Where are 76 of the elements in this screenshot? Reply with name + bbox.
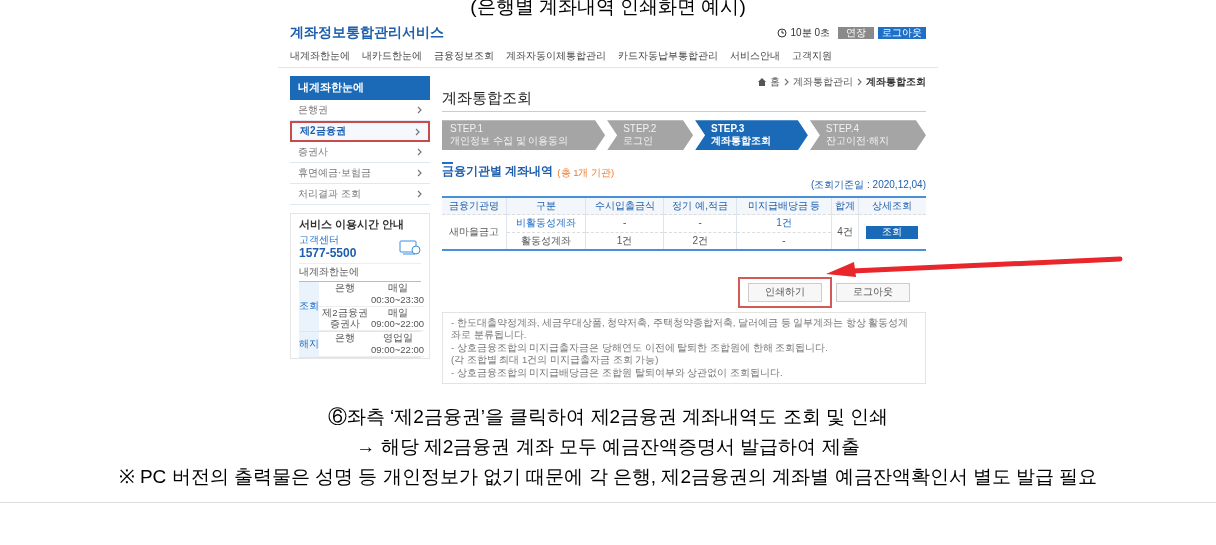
support-phone: 1577-5500 bbox=[299, 246, 357, 262]
chevron-icon bbox=[857, 78, 862, 87]
table-cell: 영업일 09:00~22:00 bbox=[371, 332, 425, 356]
sidebar-header: 내계좌한눈에 bbox=[290, 76, 430, 100]
detail-button[interactable]: 조회 bbox=[866, 226, 919, 239]
logout-button[interactable]: 로그아웃 bbox=[836, 283, 910, 302]
section-note: (총 1개 기관) bbox=[557, 167, 615, 180]
table-cell: 4건 bbox=[831, 214, 859, 251]
caption: ⑥좌측 ‘제2금융권’을 클릭하여 제2금융권 계좌내역도 조회 및 인쇄 bbox=[327, 405, 889, 429]
nav-item[interactable]: 카드자동납부통합관리 bbox=[618, 50, 718, 63]
table-link[interactable]: 비활동성계좌 bbox=[506, 214, 586, 233]
column-header: 미지급배당금 등 bbox=[736, 196, 832, 215]
table-cell-text: 은행 bbox=[334, 281, 356, 294]
table-cell-text: 제2금융권 bbox=[321, 306, 369, 319]
computer-icon bbox=[399, 239, 421, 256]
column-header: 수시입출금식 bbox=[585, 196, 664, 215]
sidebar-item[interactable]: 처리결과 조회 bbox=[290, 184, 430, 205]
site-logo[interactable]: 계좌정보통합관리서비스 bbox=[290, 24, 444, 42]
table-cell: 매일 00:30~23:30 bbox=[371, 281, 425, 306]
clock-icon bbox=[776, 28, 787, 38]
panel-subtitle: 내계좌한눈에 bbox=[299, 263, 421, 279]
chevron-icon bbox=[417, 106, 422, 114]
caption: → 해당 제2금융권 계좌 모두 예금잔액증명서 발급하여 제출 bbox=[356, 435, 860, 459]
table-cell: - bbox=[585, 214, 664, 233]
sidebar-item[interactable]: 제2금융권 bbox=[290, 121, 430, 142]
session-timer: 10분 0초 bbox=[790, 26, 830, 40]
table-cell: 활동성계좌 bbox=[506, 232, 586, 251]
step-item: STEP.2 로그인 bbox=[607, 120, 694, 151]
note-text: - 상호금융조합의 미지급배당금은 조합원 탈퇴여부와 상관없이 조회됩니다. bbox=[451, 367, 784, 380]
support-label: 고객센터 bbox=[299, 233, 340, 247]
home-icon bbox=[758, 78, 766, 87]
group-label: 조회 bbox=[299, 281, 319, 332]
chevron-icon bbox=[784, 78, 789, 87]
nav-item[interactable]: 내계좌한눈에 bbox=[290, 50, 350, 63]
column-header: 정기 예,적금 bbox=[663, 196, 737, 215]
group-label: 해지 bbox=[299, 332, 319, 357]
section-title: 금융기관별 계좌내역 bbox=[442, 162, 554, 180]
reference-date: (조회기준일 : 2020,12,04) bbox=[810, 179, 926, 192]
column-header: 금융기관명 bbox=[442, 196, 507, 215]
nav-item[interactable]: 계좌자동이체통합관리 bbox=[506, 50, 606, 63]
table-cell: 1건 bbox=[585, 232, 664, 251]
sidebar-item[interactable]: 증권사 bbox=[290, 142, 430, 163]
nav-item[interactable]: 내카드한눈에 bbox=[362, 50, 422, 63]
table-link[interactable]: 1건 bbox=[736, 214, 832, 233]
sidebar-item[interactable]: 휴면예금·보험금 bbox=[290, 163, 430, 184]
panel-title: 서비스 이용시간 안내 bbox=[299, 218, 406, 232]
chevron-icon bbox=[417, 148, 422, 156]
table-cell: - bbox=[663, 214, 737, 233]
step-item: STEP.3 계좌통합조회 bbox=[695, 120, 808, 151]
table-cell: 2건 bbox=[663, 232, 737, 251]
note-text: (각 조합별 최대 1건의 미지급출자금 조회 가능) bbox=[451, 354, 660, 367]
chevron-icon bbox=[415, 127, 420, 136]
caption: ※ PC 버전의 출력물은 성명 등 개인정보가 없기 때문에 각 은행, 제2금융권의 계좌별 예금잔액확인서 별도 발급 필요 bbox=[118, 465, 1098, 489]
table-cell: 매일 09:00~22:00 bbox=[371, 306, 425, 331]
breadcrumb-item[interactable]: 계좌통합관리 bbox=[793, 76, 853, 89]
step-item: STEP.1 개인정보 수집 및 이용동의 bbox=[442, 120, 606, 151]
note-text: - 한도대출약정계좌, 세금우대상품, 청약저축, 주택청약종합저축, 달러예금 등 일부계좌는 항상 활동성계좌로 분류됩니다. bbox=[451, 316, 910, 341]
print-button[interactable]: 인쇄하기 bbox=[748, 283, 822, 302]
table-cell-text: 증권사 bbox=[329, 318, 361, 331]
column-header: 구분 bbox=[506, 196, 586, 215]
column-header: 상세조회 bbox=[858, 196, 926, 215]
step-item: STEP.4 잔고이전·해지 bbox=[809, 120, 926, 151]
table-cell-text: 은행 bbox=[334, 332, 356, 345]
note-text: - 상호금융조합의 미지급출자금은 당해연도 이전에 탈퇴한 조합원에 한해 조회됩니다. bbox=[451, 341, 829, 354]
chevron-icon bbox=[417, 190, 422, 198]
table-cell: - bbox=[736, 232, 832, 251]
breadcrumb-item[interactable]: 홈 bbox=[770, 76, 780, 89]
nav-item[interactable]: 서비스안내 bbox=[730, 50, 780, 63]
nav-item[interactable]: 금융정보조회 bbox=[434, 50, 494, 63]
logout-button[interactable]: 로그아웃 bbox=[878, 26, 926, 40]
breadcrumb-item[interactable]: 계좌통합조회 bbox=[866, 76, 926, 89]
table-cell: 새마을금고 bbox=[442, 214, 507, 251]
column-header: 합계 bbox=[831, 196, 859, 215]
chevron-icon bbox=[417, 169, 422, 177]
page-title: 계좌통합조회 bbox=[442, 88, 926, 113]
nav-item[interactable]: 고객지원 bbox=[792, 50, 832, 63]
